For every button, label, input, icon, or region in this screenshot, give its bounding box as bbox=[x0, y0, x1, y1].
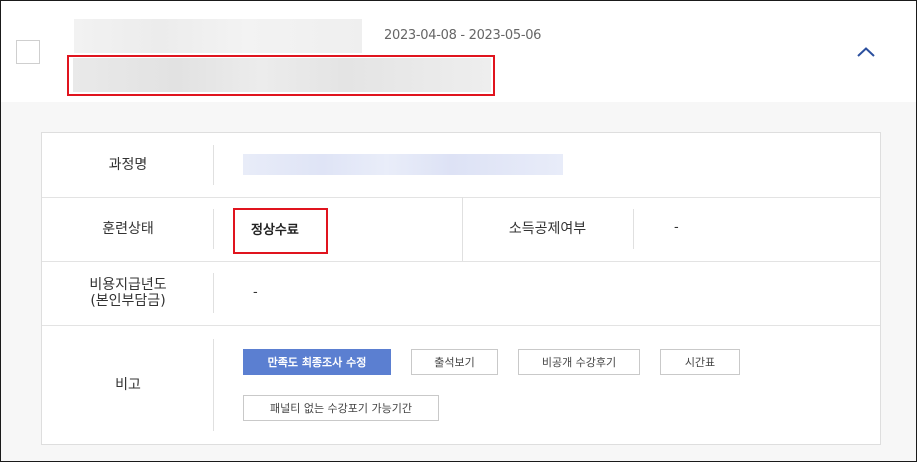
title-highlight-box bbox=[67, 55, 495, 96]
course-name-redacted bbox=[243, 154, 563, 175]
chevron-up-icon bbox=[857, 47, 875, 57]
timetable-button[interactable]: 시간표 bbox=[660, 349, 740, 375]
row-course-name: 과정명 bbox=[42, 133, 880, 198]
payment-year-label-line2: (본인부담금) bbox=[90, 293, 166, 309]
details-table: 과정명 훈련상태 정상수료 소득공제여부 - 비용지급년도 (본인부담금) - … bbox=[41, 132, 881, 445]
course-header[interactable]: 2023-04-08 - 2023-05-06 bbox=[1, 1, 916, 102]
collapse-button[interactable] bbox=[853, 41, 879, 63]
status-highlight-box bbox=[233, 208, 328, 254]
penalty-free-cancel-button[interactable]: 패널티 없는 수강포기 가능기간 bbox=[243, 395, 439, 421]
course-details-panel: 과정명 훈련상태 정상수료 소득공제여부 - 비용지급년도 (본인부담금) - … bbox=[1, 102, 916, 461]
payment-year-label: 비용지급년도 (본인부담금) bbox=[42, 261, 214, 325]
remarks-label: 비고 bbox=[115, 376, 141, 393]
course-name-label: 과정명 bbox=[108, 157, 148, 173]
training-status-label: 훈련상태 bbox=[102, 221, 154, 237]
tax-deduction-label: 소득공제여부 bbox=[508, 221, 587, 237]
course-category-redacted bbox=[74, 19, 362, 53]
attendance-button[interactable]: 출석보기 bbox=[411, 349, 498, 375]
survey-edit-button[interactable]: 만족도 최종조사 수정 bbox=[243, 349, 391, 375]
payment-year-value: - bbox=[253, 285, 258, 300]
tax-deduction-value: - bbox=[674, 220, 679, 235]
divider bbox=[213, 145, 214, 185]
divider bbox=[213, 209, 214, 249]
select-checkbox[interactable] bbox=[16, 40, 40, 64]
divider bbox=[213, 273, 214, 313]
row-payment-year: 비용지급년도 (본인부담금) - bbox=[42, 261, 880, 326]
course-date-range: 2023-04-08 - 2023-05-06 bbox=[384, 28, 542, 43]
payment-year-label-line1: 비용지급년도 bbox=[89, 277, 167, 293]
divider bbox=[213, 339, 214, 431]
course-card: 2023-04-08 - 2023-05-06 과정명 훈련상태 정상수료 소득… bbox=[0, 0, 917, 462]
private-review-button[interactable]: 비공개 수강후기 bbox=[518, 349, 640, 375]
row-training-status: 훈련상태 정상수료 소득공제여부 - bbox=[42, 197, 880, 262]
row-remarks: 비고 만족도 최종조사 수정 출석보기 비공개 수강후기 시간표 패널티 없는 … bbox=[42, 325, 880, 444]
divider bbox=[633, 209, 634, 249]
